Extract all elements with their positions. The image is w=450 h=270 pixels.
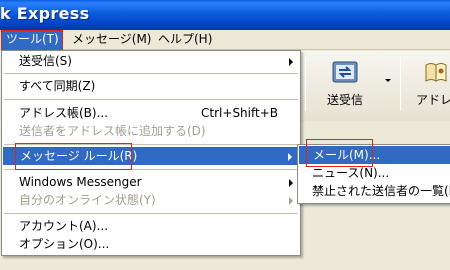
- tools-menu: 送受信(S) すべて同期(Z) アドレス帳(B)... Ctrl+Shift+B…: [1, 50, 301, 256]
- submenu-item-blocked-senders[interactable]: 禁止された送信者の一覧(B): [298, 182, 450, 200]
- toolbar-separator: [305, 57, 306, 111]
- menu-item-label: 禁止された送信者の一覧(B): [312, 184, 450, 198]
- menu-item-label: 自分のオンライン状態(Y): [19, 193, 156, 207]
- menu-item-label: すべて同期(Z): [19, 79, 96, 93]
- menu-item-label: 送信者をアドレス帳に追加する(D): [19, 124, 206, 138]
- menu-item-add-sender[interactable]: 送信者をアドレス帳に追加する(D): [2, 122, 300, 140]
- menu-separator: [4, 73, 298, 74]
- menu-separator: [4, 169, 298, 170]
- menu-item-windows-messenger[interactable]: Windows Messenger: [2, 173, 300, 191]
- send-receive-dropdown-icon[interactable]: [385, 79, 391, 82]
- menu-item-label: Windows Messenger: [19, 175, 142, 189]
- menu-item-shortcut: Ctrl+Shift+B: [201, 106, 278, 120]
- menu-separator: [4, 213, 298, 214]
- menu-item-address-book[interactable]: アドレス帳(B)... Ctrl+Shift+B: [2, 104, 300, 122]
- menu-item-label: メッセージ ルール(R): [20, 149, 138, 163]
- menu-separator: [4, 144, 298, 145]
- menu-item-accounts[interactable]: アカウント(A)...: [2, 217, 300, 235]
- submenu-arrow-icon: [289, 197, 293, 205]
- window-title: k Express: [0, 4, 90, 23]
- menu-message[interactable]: メッセージ(M): [68, 30, 155, 50]
- addresses-label: アドレ: [416, 93, 450, 107]
- menu-bar: ツール(T) メッセージ(M) ヘルプ(H): [0, 30, 450, 50]
- menu-item-label: ニュース(N)...: [312, 166, 390, 180]
- submenu-arrow-icon: [288, 153, 292, 161]
- submenu-item-news[interactable]: ニュース(N)...: [298, 164, 450, 182]
- message-rules-submenu: メール(M)... ニュース(N)... 禁止された送信者の一覧(B): [297, 144, 450, 204]
- menu-tools[interactable]: ツール(T): [2, 30, 63, 50]
- send-receive-label: 送受信: [327, 93, 364, 107]
- menu-item-message-rules[interactable]: メッセージ ルール(R): [3, 147, 299, 165]
- send-receive-button[interactable]: 送受信: [318, 55, 400, 111]
- toolbar-separator-2: [400, 57, 401, 111]
- menu-item-options[interactable]: オプション(O)...: [2, 235, 300, 253]
- menu-help[interactable]: ヘルプ(H): [154, 30, 216, 50]
- menu-item-online-status[interactable]: 自分のオンライン状態(Y): [2, 191, 300, 209]
- send-receive-icon: [332, 61, 358, 86]
- menu-item-label: アカウント(A)...: [19, 219, 109, 233]
- menu-item-label: オプション(O)...: [19, 237, 110, 251]
- menu-item-label: 送受信(S): [19, 54, 72, 68]
- menu-item-sync-all[interactable]: すべて同期(Z): [2, 77, 300, 95]
- menu-item-label: アドレス帳(B)...: [19, 106, 109, 120]
- submenu-arrow-icon: [289, 179, 293, 187]
- menu-item-send-receive[interactable]: 送受信(S): [2, 52, 300, 70]
- addresses-button[interactable]: アドレ: [410, 55, 450, 111]
- submenu-item-mail[interactable]: メール(M)...: [299, 146, 450, 164]
- submenu-arrow-icon: [289, 58, 293, 66]
- title-bar: k Express: [0, 0, 450, 30]
- menu-item-label: メール(M)...: [313, 148, 381, 162]
- address-book-icon: [424, 61, 448, 86]
- menu-separator: [4, 99, 298, 100]
